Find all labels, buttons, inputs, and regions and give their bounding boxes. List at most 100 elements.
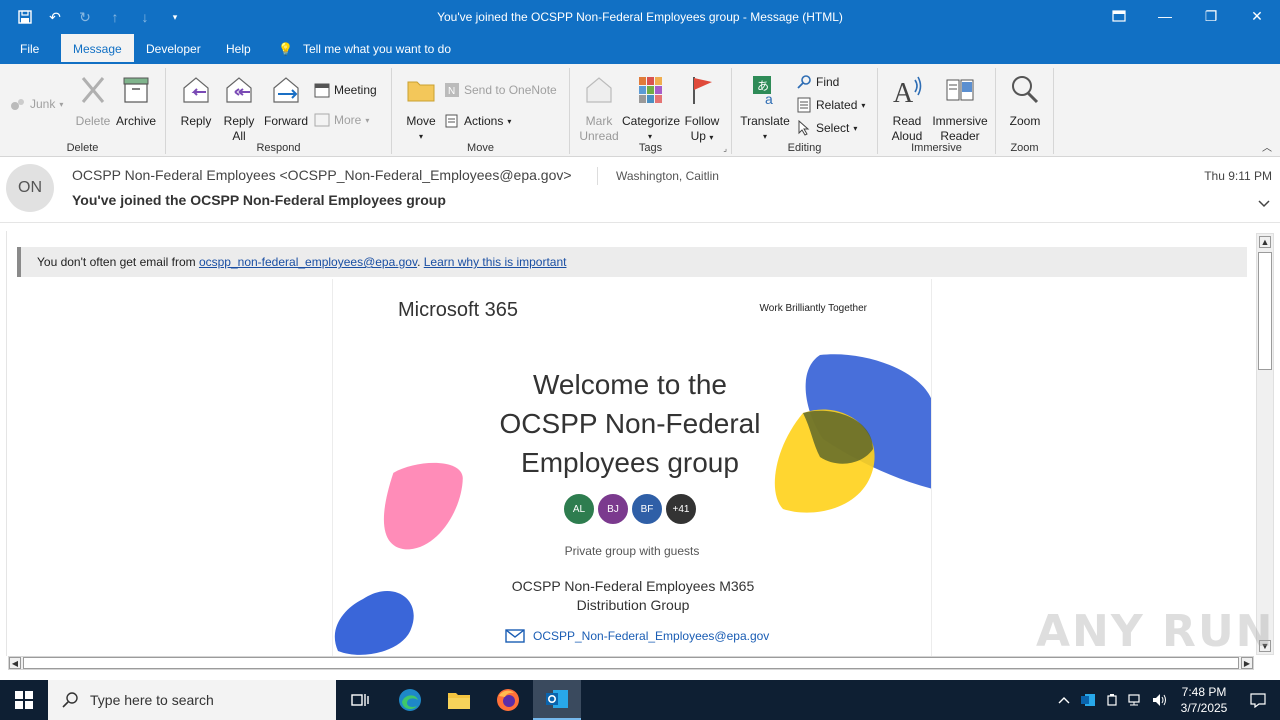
actions-label: Actions: [464, 114, 504, 128]
select-button[interactable]: Select ▾: [796, 119, 857, 136]
archive-label: Archive: [115, 114, 156, 128]
sender[interactable]: OCSPP Non-Federal Employees <OCSPP_Non-F…: [72, 167, 572, 183]
outlook-tray-icon[interactable]: [1076, 693, 1100, 707]
tags-group-label: Tags: [638, 142, 663, 154]
delete-label: Delete: [75, 114, 111, 128]
translate-button[interactable]: あa Translate ▾: [738, 74, 792, 144]
message-body: You don't often get email from ocspp_non…: [6, 231, 1256, 656]
clock-date: 3/7/2025: [1180, 701, 1228, 715]
send-to-onenote-label: Send to OneNote: [464, 83, 557, 97]
notice-email-link[interactable]: ocspp_non-federal_employees@epa.gov: [199, 255, 417, 269]
read-aloud-button[interactable]: A Read Aloud: [884, 74, 930, 144]
task-view-icon[interactable]: [336, 680, 384, 720]
start-button[interactable]: [0, 680, 48, 720]
cursor-icon: [796, 119, 812, 136]
scroll-left-icon[interactable]: ◀: [9, 657, 21, 669]
dialog-launcher-icon[interactable]: ⌟: [723, 144, 727, 153]
close-icon[interactable]: ✕: [1234, 0, 1280, 32]
respond-group-label: Respond: [256, 142, 301, 154]
more-button[interactable]: More ▾: [314, 112, 369, 128]
network-icon[interactable]: [1124, 693, 1148, 707]
chevron-down-icon: ▾: [709, 133, 714, 142]
file-explorer-icon[interactable]: [435, 680, 483, 720]
related-label: Related: [816, 98, 858, 112]
tab-help[interactable]: Help: [214, 34, 263, 64]
reply-all-button[interactable]: Reply All: [219, 74, 259, 144]
related-button[interactable]: Related ▾: [796, 97, 865, 113]
expand-header-icon[interactable]: [1258, 197, 1270, 211]
mark-unread-label-1: Mark: [585, 114, 613, 128]
title-bar: ↶ ↻ ↑ ↓ ▾ You've joined the OCSPP Non-Fe…: [0, 0, 1280, 34]
edge-icon[interactable]: [386, 680, 434, 720]
immersive-reader-icon: [946, 79, 974, 101]
recipient[interactable]: Washington, Caitlin: [597, 167, 719, 185]
mark-unread-button[interactable]: Mark Unread: [576, 74, 622, 144]
clock[interactable]: 7:48 PM 3/7/2025: [1172, 684, 1236, 716]
junk-icon: [10, 96, 26, 112]
ribbon: Junk ▾ Delete Archive Delete Reply Reply …: [0, 64, 1280, 157]
scroll-up-icon[interactable]: ▲: [1259, 236, 1271, 248]
tell-me-box[interactable]: 💡 Tell me what you want to do: [278, 34, 451, 64]
move-button[interactable]: Move ▾: [400, 74, 442, 144]
zoom-button[interactable]: Zoom: [1002, 74, 1048, 129]
translate-icon: あa: [753, 76, 773, 107]
received-time: Thu 9:11 PM: [1204, 169, 1272, 183]
archive-icon: [123, 77, 149, 103]
meeting-button[interactable]: Meeting: [314, 82, 377, 98]
maximize-icon[interactable]: ❐: [1188, 0, 1234, 32]
welcome-heading: Welcome to the OCSPP Non-Federal Employe…: [499, 369, 761, 478]
categorize-label: Categorize: [622, 114, 681, 128]
zoom-icon: [1012, 76, 1039, 104]
outlook-taskbar-icon[interactable]: [533, 680, 581, 720]
editing-group: あa Translate ▾ Find Related ▾ Select ▾ Edi…: [732, 68, 878, 154]
ribbon-tabs: File Message Developer Help 💡 Tell me wha…: [0, 34, 1280, 64]
immersive-reader-button[interactable]: Immersive Reader: [930, 74, 990, 144]
member-avatar: AL: [563, 493, 595, 525]
tab-file[interactable]: File: [8, 34, 51, 64]
tab-developer[interactable]: Developer: [134, 34, 213, 64]
learn-why-link[interactable]: Learn why this is important: [424, 255, 567, 269]
ribbon-display-options-icon[interactable]: [1096, 0, 1142, 32]
tab-message[interactable]: Message: [61, 34, 134, 64]
group-email[interactable]: OCSPP_Non-Federal_Employees@epa.gov: [505, 629, 769, 643]
hscroll-thumb[interactable]: [23, 657, 1239, 669]
follow-up-label-2: Up: [690, 129, 706, 143]
move-label: Move: [406, 114, 436, 128]
editing-group-label: Editing: [787, 142, 822, 154]
taskbar-search[interactable]: Type here to search: [48, 680, 336, 720]
minimize-icon[interactable]: —: [1142, 0, 1188, 32]
scroll-thumb[interactable]: [1258, 252, 1272, 370]
member-count: +41: [665, 493, 697, 525]
junk-button[interactable]: Junk ▾: [10, 96, 63, 112]
archive-button[interactable]: Archive: [114, 74, 158, 129]
notifications-icon[interactable]: [1236, 692, 1280, 708]
brand-name: Microsoft 365: [398, 299, 519, 321]
follow-up-button[interactable]: Follow Up ▾: [680, 74, 724, 145]
find-button[interactable]: Find: [796, 74, 839, 90]
scroll-right-icon[interactable]: ▶: [1241, 657, 1253, 669]
svg-text:A: A: [893, 78, 914, 106]
immersive-reader-label-1: Immersive: [932, 114, 988, 128]
calendar-icon: [314, 82, 330, 98]
translate-label: Translate: [740, 114, 790, 128]
usb-icon[interactable]: [1100, 693, 1124, 707]
group-email-link[interactable]: OCSPP_Non-Federal_Employees@epa.gov: [533, 629, 769, 643]
actions-button[interactable]: Actions ▾: [444, 113, 511, 129]
firefox-icon[interactable]: [484, 680, 532, 720]
zoom-group: Zoom Zoom: [996, 68, 1054, 154]
search-placeholder: Type here to search: [90, 692, 214, 708]
vertical-scrollbar[interactable]: ▲ ▼: [1256, 233, 1274, 655]
privacy-label: Private group with guests: [564, 544, 700, 558]
categorize-button[interactable]: Categorize ▾: [622, 74, 681, 144]
chevron-up-icon[interactable]: [1052, 696, 1076, 704]
collapse-ribbon-icon[interactable]: ︿: [1262, 139, 1272, 154]
volume-icon[interactable]: [1148, 693, 1172, 707]
reply-button[interactable]: Reply: [174, 74, 218, 129]
horizontal-scrollbar[interactable]: ◀ ▶: [8, 656, 1254, 670]
email-card: Microsoft 365 Work Brilliantly Together …: [332, 279, 932, 656]
window-controls: — ❐ ✕: [1096, 0, 1280, 32]
forward-button[interactable]: Forward: [262, 74, 310, 129]
chevron-down-icon: ▾: [861, 100, 866, 110]
delete-button[interactable]: Delete: [74, 74, 112, 129]
send-to-onenote-button[interactable]: N Send to OneNote: [444, 82, 557, 98]
